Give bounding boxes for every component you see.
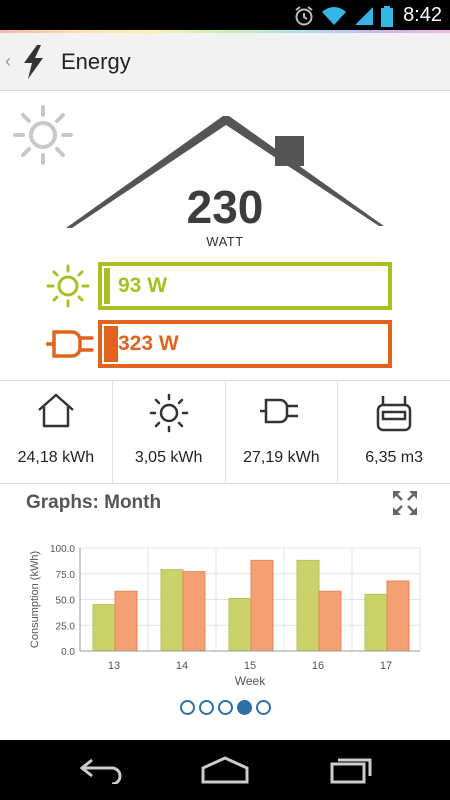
stat-house-value: 24,18 kWh	[17, 449, 95, 466]
home-icon[interactable]	[200, 756, 250, 784]
signal-icon	[355, 6, 374, 25]
consumption-chart: 0.0 25.0 50.0 75.0 100.0 13 14 15 16 17 Week Consum…	[29, 544, 421, 688]
page-indicator	[0, 700, 450, 715]
x-tick-label: 15	[244, 660, 256, 672]
stat-grid[interactable]: 27,19 kWh	[226, 381, 339, 483]
gas-meter-icon	[376, 396, 412, 432]
x-tick-label: 13	[108, 660, 120, 672]
house-icon	[38, 393, 74, 428]
grid-bar-fill	[104, 326, 118, 362]
status-bar: 8:42	[0, 0, 450, 33]
grid-bar-frame: 323 W	[98, 320, 392, 368]
chart-bar	[364, 593, 388, 652]
y-tick-label: 25.0	[56, 621, 76, 632]
navigation-bar	[0, 740, 450, 800]
y-tick-label: 75.0	[56, 570, 76, 581]
page-dot[interactable]	[217, 700, 233, 715]
x-tick-label: 14	[176, 660, 188, 672]
page-dot[interactable]	[236, 700, 252, 715]
alarm-icon	[295, 5, 313, 25]
stat-grid-value: 27,19 kWh	[243, 449, 320, 466]
graphs-title: Graphs: Month	[26, 492, 162, 513]
stat-solar-value: 3,05 kWh	[134, 449, 203, 466]
clock: 8:42	[403, 4, 442, 26]
chart-bar	[228, 597, 252, 652]
chart-bar	[114, 590, 138, 652]
solar-bar-frame: 93 W	[98, 262, 392, 310]
y-tick-label: 0.0	[61, 647, 75, 658]
page-dot[interactable]	[179, 700, 195, 715]
y-axis-label: Consumption (kWh)	[29, 551, 41, 648]
chart-bar	[160, 569, 184, 652]
y-tick-label: 50.0	[56, 596, 76, 607]
solar-bar-fill	[104, 268, 110, 304]
stat-solar[interactable]: 3,05 kWh	[113, 381, 226, 483]
chart-bar	[386, 580, 410, 652]
x-axis-label: Week	[235, 674, 266, 688]
page-dot[interactable]	[198, 700, 214, 715]
sun-outline-icon	[13, 105, 73, 165]
grid-power-bar: 323 W	[46, 320, 396, 368]
total-power-value: 230	[186, 181, 264, 233]
solar-bar-label: 93 W	[118, 274, 168, 297]
energy-stats-row: 24,18 kWh 3,05 kWh 27,19 kWh 6,35 m3	[0, 380, 450, 484]
solar-power-bar: 93 W	[46, 262, 396, 310]
chart-bar	[182, 571, 206, 652]
page-title: Energy	[61, 48, 131, 74]
stat-gas[interactable]: 6,35 m3	[338, 381, 450, 483]
recent-apps-icon[interactable]	[330, 756, 374, 784]
chart-bar	[296, 559, 320, 652]
stat-gas-value: 6,35 m3	[365, 449, 424, 466]
chart-bar	[250, 559, 274, 652]
sun-icon	[149, 393, 188, 433]
plug-icon	[260, 398, 299, 424]
expand-icon[interactable]	[392, 490, 418, 516]
action-bar: ‹ Energy	[0, 33, 450, 91]
page-dot[interactable]	[255, 700, 271, 715]
up-navigation-caret-icon[interactable]: ‹	[5, 51, 15, 72]
total-power-unit: WATT	[206, 234, 244, 249]
wifi-icon	[322, 6, 347, 25]
back-icon[interactable]	[78, 756, 122, 784]
x-tick-label: 16	[312, 660, 324, 672]
y-tick-label: 100.0	[50, 544, 75, 555]
chart-bar	[92, 604, 116, 652]
lightning-bolt-icon[interactable]	[21, 44, 47, 79]
chart-bar	[318, 590, 342, 652]
plug-icon	[46, 330, 94, 358]
battery-icon	[381, 5, 394, 27]
x-tick-label: 17	[380, 660, 392, 672]
stat-house[interactable]: 24,18 kWh	[0, 381, 113, 483]
sun-icon	[46, 264, 90, 308]
grid-bar-label: 323 W	[118, 332, 179, 355]
